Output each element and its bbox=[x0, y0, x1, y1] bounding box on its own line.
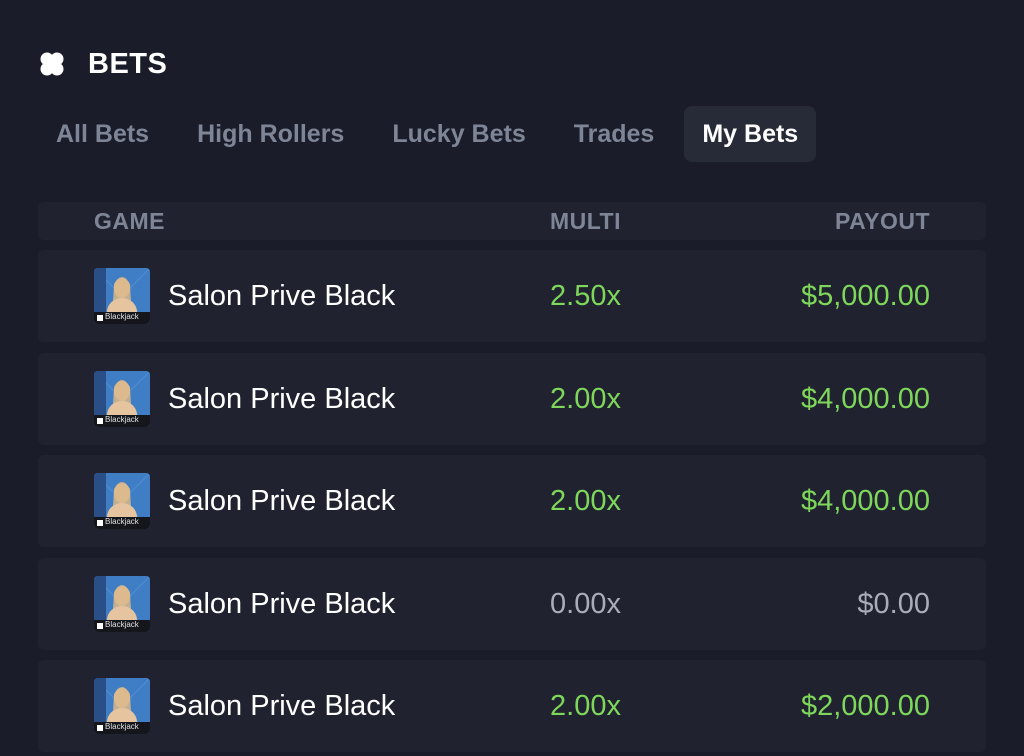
multiplier-value: 2.00x bbox=[550, 382, 621, 415]
tab-all-bets[interactable]: All Bets bbox=[38, 106, 167, 162]
column-header-game: GAME bbox=[94, 208, 165, 234]
column-header-multi: MULTI bbox=[549, 208, 621, 234]
game-thumbnail[interactable]: Blackjack bbox=[94, 268, 150, 324]
game-thumbnail[interactable]: Blackjack bbox=[94, 678, 150, 734]
bets-tabs: All Bets High Rollers Lucky Bets Trades … bbox=[38, 106, 828, 162]
payout-value: $0.00 bbox=[857, 587, 930, 620]
game-name[interactable]: Salon Prive Black bbox=[168, 353, 430, 445]
table-row[interactable]: Blackjack Salon Prive Black 0.00x $0.00 bbox=[38, 557, 986, 650]
thumbnail-label: Blackjack bbox=[105, 517, 139, 526]
table-row[interactable]: Blackjack Salon Prive Black 2.00x $2,000… bbox=[38, 660, 986, 752]
game-name[interactable]: Salon Prive Black bbox=[168, 455, 430, 547]
payout-value: $5,000.00 bbox=[800, 280, 930, 312]
multiplier-value: 2.00x bbox=[550, 485, 621, 517]
game-name[interactable]: Salon Prive Black bbox=[168, 660, 430, 752]
bets-table-body: Blackjack Salon Prive Black 2.50x $5,000… bbox=[38, 250, 986, 756]
tab-my-bets[interactable]: My Bets bbox=[684, 106, 817, 162]
table-row[interactable]: Blackjack Salon Prive Black 2.00x $4,000… bbox=[38, 455, 986, 547]
table-header: GAME MULTI PAYOUT bbox=[38, 202, 986, 240]
bets-header: BETS bbox=[38, 44, 167, 84]
bets-panel: BETS All Bets High Rollers Lucky Bets Tr… bbox=[0, 0, 1024, 756]
table-row[interactable]: Blackjack Salon Prive Black 2.50x $5,000… bbox=[38, 250, 986, 342]
column-header-payout: PAYOUT bbox=[834, 208, 930, 234]
tab-trades[interactable]: Trades bbox=[556, 106, 673, 162]
payout-value: $4,000.00 bbox=[800, 485, 930, 517]
game-name[interactable]: Salon Prive Black bbox=[168, 250, 430, 342]
multiplier-value: 2.50x bbox=[550, 280, 621, 312]
page-title: BETS bbox=[88, 47, 168, 80]
thumbnail-label: Blackjack bbox=[105, 722, 139, 731]
payout-value: $4,000.00 bbox=[800, 382, 930, 415]
thumbnail-label: Blackjack bbox=[105, 414, 139, 424]
game-thumbnail[interactable]: Blackjack bbox=[94, 370, 150, 427]
game-thumbnail[interactable]: Blackjack bbox=[94, 473, 150, 529]
clover-icon bbox=[40, 52, 64, 76]
thumbnail-label: Blackjack bbox=[105, 312, 139, 321]
tab-high-rollers[interactable]: High Rollers bbox=[179, 106, 362, 162]
game-thumbnail[interactable]: Blackjack bbox=[94, 575, 150, 632]
tab-lucky-bets[interactable]: Lucky Bets bbox=[374, 106, 543, 162]
payout-value: $2,000.00 bbox=[800, 690, 930, 722]
table-row[interactable]: Blackjack Salon Prive Black 2.00x $4,000… bbox=[38, 352, 986, 445]
thumbnail-label: Blackjack bbox=[105, 619, 139, 629]
multiplier-value: 0.00x bbox=[550, 587, 621, 620]
multiplier-value: 2.00x bbox=[550, 690, 621, 722]
game-name[interactable]: Salon Prive Black bbox=[168, 558, 430, 650]
